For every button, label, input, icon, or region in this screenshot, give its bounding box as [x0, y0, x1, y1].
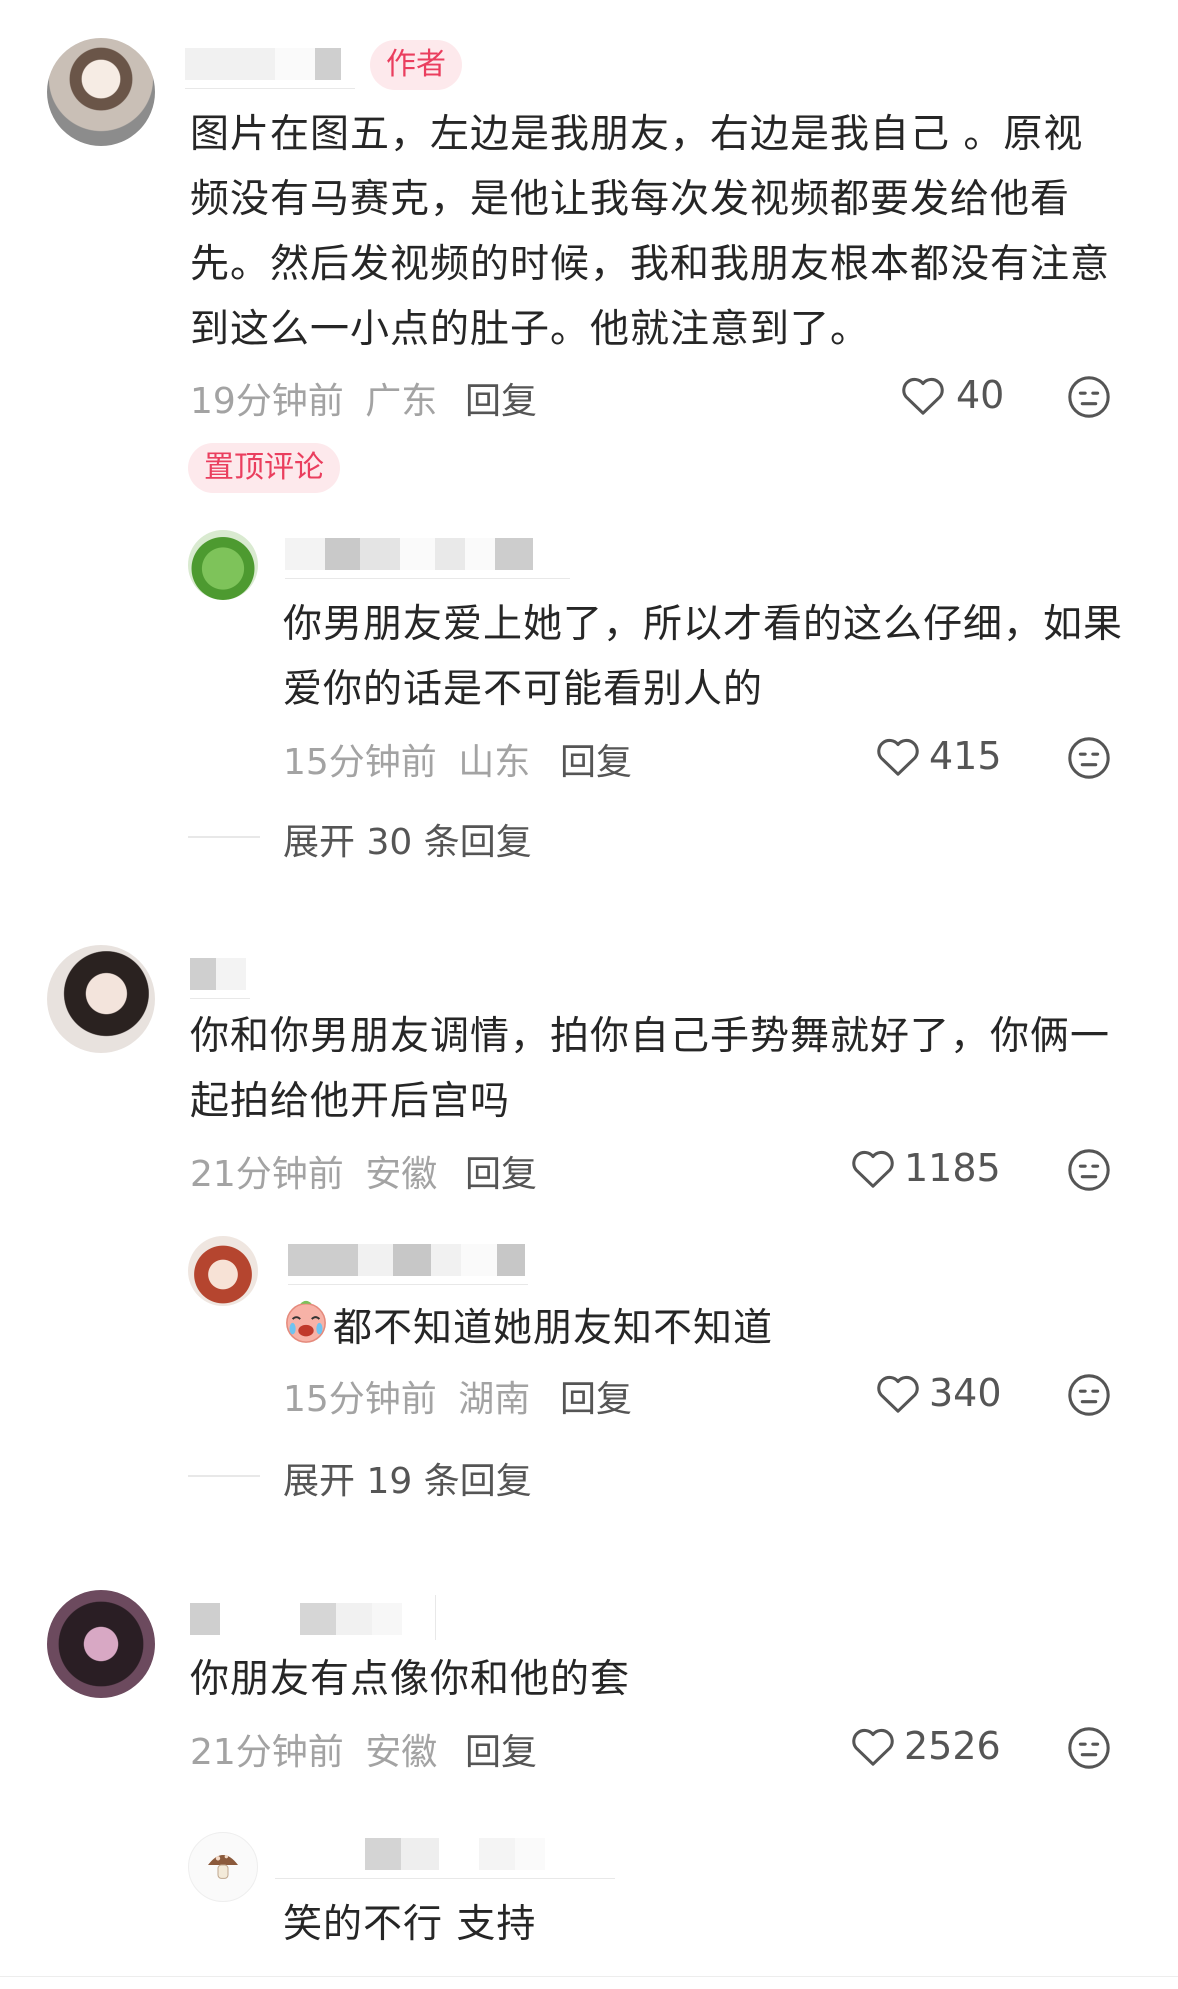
reply-button[interactable]: 回复: [560, 1370, 632, 1422]
bottom-divider: [0, 1976, 1178, 1977]
location: 广东: [365, 381, 438, 422]
username-mosaic[interactable]: [190, 1603, 440, 1635]
like-count: 1185: [904, 1146, 1001, 1190]
dislike-button[interactable]: [1066, 735, 1112, 781]
dislike-button[interactable]: [1066, 1725, 1112, 1771]
location: 山东: [458, 742, 531, 783]
like-button[interactable]: 340: [875, 1371, 1002, 1415]
timestamp: 15分钟前: [283, 742, 437, 783]
reply-text: 你男朋友爱上她了，所以才看的这么仔细，如果爱你的话是不可能看别人的: [283, 602, 1124, 712]
username-mosaic[interactable]: [190, 958, 250, 990]
comment-time: 21分钟前 安徽: [190, 1145, 437, 1197]
heart-outline-icon: [850, 1724, 896, 1768]
reply-button[interactable]: 回复: [465, 1723, 537, 1775]
reply-button[interactable]: 回复: [560, 733, 632, 785]
expand-divider: [188, 836, 260, 838]
dislike-button[interactable]: [1066, 374, 1112, 420]
timestamp: 21分钟前: [190, 1154, 344, 1195]
mushroom-icon: [203, 1845, 243, 1889]
heart-outline-icon: [875, 734, 921, 778]
neutral-face-icon: [1066, 735, 1112, 781]
location: 安徽: [365, 1154, 438, 1195]
username-underline: [190, 998, 250, 999]
location: 安徽: [365, 1732, 438, 1773]
pinned-badge: 置顶评论: [188, 443, 340, 493]
username-mosaic[interactable]: [275, 1838, 615, 1870]
comment-text: 你朋友有点像你和他的套: [190, 1657, 631, 1702]
reply-text-content: 都不知道她朋友知不知道: [333, 1306, 774, 1351]
avatar[interactable]: [188, 530, 258, 600]
like-button[interactable]: 1185: [850, 1146, 1001, 1190]
like-button[interactable]: 415: [875, 734, 1002, 778]
avatar[interactable]: [188, 1236, 258, 1306]
expand-replies-button[interactable]: 展开 30 条回复: [283, 813, 532, 865]
avatar[interactable]: [47, 945, 155, 1053]
avatar[interactable]: [47, 38, 155, 146]
expand-divider: [188, 1475, 260, 1477]
heart-outline-icon: [875, 1371, 921, 1415]
timestamp: 19分钟前: [190, 381, 344, 422]
comment-text: 你和你男朋友调情，拍你自己手势舞就好了，你俩一起拍给他开后宫吗: [190, 1014, 1111, 1124]
username-underline: [285, 578, 570, 579]
like-count: 340: [929, 1371, 1002, 1415]
username-underline: [288, 1284, 528, 1285]
like-button[interactable]: 40: [900, 373, 1004, 417]
like-count: 40: [956, 373, 1005, 417]
comment-time: 21分钟前 安徽: [190, 1723, 437, 1775]
reply-button[interactable]: 回复: [465, 1145, 537, 1197]
location: 湖南: [458, 1379, 531, 1420]
reply-time: 15分钟前 湖南: [283, 1370, 530, 1422]
neutral-face-icon: [1066, 1372, 1112, 1418]
neutral-face-icon: [1066, 1147, 1112, 1193]
comment-time: 19分钟前 广东: [190, 372, 437, 424]
username-mosaic[interactable]: [285, 538, 570, 570]
expand-replies-button[interactable]: 展开 19 条回复: [283, 1452, 532, 1504]
author-badge: 作者: [370, 40, 462, 90]
reply-text: 笑的不行 支持: [283, 1902, 537, 1947]
reply-button[interactable]: 回复: [465, 372, 537, 424]
username-mosaic[interactable]: [288, 1244, 528, 1276]
like-count: 415: [929, 734, 1002, 778]
username-underline: [275, 1878, 615, 1879]
dislike-button[interactable]: [1066, 1147, 1112, 1193]
username-underline: [185, 88, 355, 89]
dislike-button[interactable]: [1066, 1372, 1112, 1418]
username-mosaic[interactable]: [185, 48, 355, 80]
neutral-face-icon: [1066, 374, 1112, 420]
like-count: 2526: [904, 1724, 1001, 1768]
heart-outline-icon: [850, 1146, 896, 1190]
neutral-face-icon: [1066, 1725, 1112, 1771]
avatar[interactable]: [47, 1590, 155, 1698]
like-button[interactable]: 2526: [850, 1724, 1001, 1768]
timestamp: 21分钟前: [190, 1732, 344, 1773]
timestamp: 15分钟前: [283, 1379, 437, 1420]
heart-outline-icon: [900, 373, 946, 417]
reply-text: 都不知道她朋友知不知道: [283, 1296, 1123, 1364]
comment-text: 图片在图五，左边是我朋友，右边是我自己 。原视频没有马赛克，是他让我每次发视频都…: [190, 112, 1111, 352]
username-underline: [435, 1595, 436, 1640]
avatar[interactable]: [188, 1832, 258, 1902]
crying-face-emoji-icon: [283, 1298, 329, 1364]
reply-time: 15分钟前 山东: [283, 733, 530, 785]
